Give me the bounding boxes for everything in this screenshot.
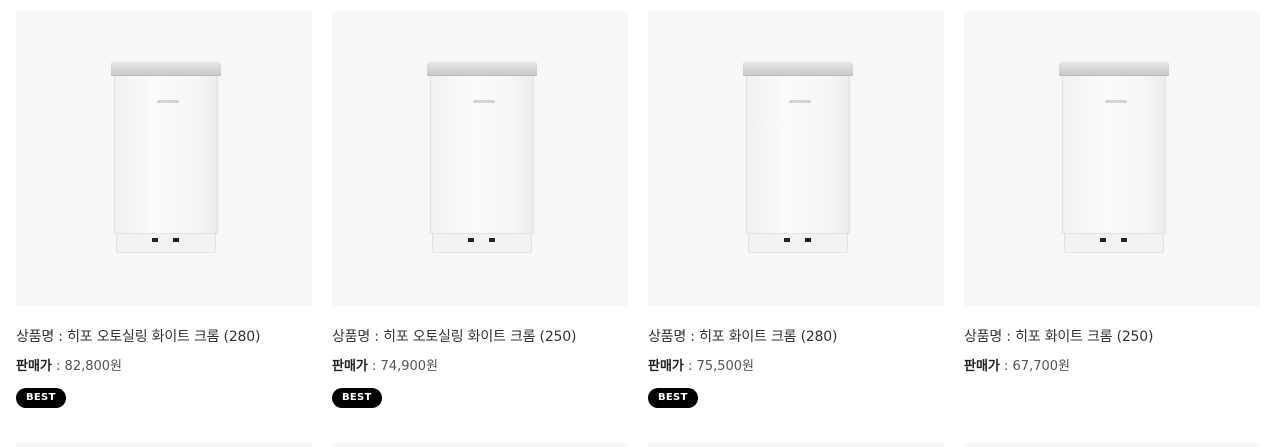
separator: : (1002, 329, 1016, 345)
price-label: 판매가 (332, 359, 368, 374)
price-value: 67,700원 (1012, 359, 1070, 374)
product-price: 판매가 : 67,700원 (964, 358, 1260, 375)
product-thumbnail[interactable] (964, 11, 1260, 306)
product-grid: 상품명 : 히포 오토실링 화이트 크롬 (280) 판매가 : 82,800원… (0, 0, 1278, 447)
separator: : (999, 359, 1013, 374)
product-name-label: 상품명 (332, 329, 371, 345)
price-label: 판매가 (16, 359, 52, 374)
price-label: 판매가 (648, 359, 684, 374)
separator: : (54, 329, 68, 345)
waste-bin-product-image (1059, 62, 1169, 254)
product-name[interactable]: 상품명 : 히포 화이트 크롬 (280) (648, 328, 944, 346)
product-thumbnail[interactable] (648, 11, 944, 306)
product-thumbnail[interactable] (332, 11, 628, 306)
product-price: 판매가 : 82,800원 (16, 358, 312, 375)
product-name-label: 상품명 (964, 329, 1003, 345)
price-value: 75,500원 (696, 359, 754, 374)
separator: : (51, 359, 65, 374)
product-name-value: 히포 화이트 크롬 (280) (699, 329, 838, 345)
product-price: 판매가 : 75,500원 (648, 358, 944, 375)
separator: : (683, 359, 697, 374)
product-name-value: 히포 오토실링 화이트 크롬 (280) (67, 329, 261, 345)
product-name[interactable]: 상품명 : 히포 오토실링 화이트 크롬 (280) (16, 328, 312, 346)
product-card[interactable]: 상품명 : 히포 오토실링 화이트 크롬 (250) 판매가 : 74,900원… (332, 11, 628, 408)
product-name-value: 히포 오토실링 화이트 크롬 (250) (383, 329, 577, 345)
next-row-thumbnail[interactable] (16, 443, 312, 447)
best-badge: BEST (332, 388, 382, 408)
product-price: 판매가 : 74,900원 (332, 358, 628, 375)
product-name[interactable]: 상품명 : 히포 화이트 크롬 (250) (964, 328, 1260, 346)
best-badge: BEST (648, 388, 698, 408)
product-name-label: 상품명 (16, 329, 55, 345)
product-card[interactable]: 상품명 : 히포 화이트 크롬 (250) 판매가 : 67,700원 (964, 11, 1260, 375)
price-value: 82,800원 (64, 359, 122, 374)
product-name-label: 상품명 (648, 329, 687, 345)
product-name-value: 히포 화이트 크롬 (250) (1015, 329, 1154, 345)
price-value: 74,900원 (380, 359, 438, 374)
separator: : (686, 329, 700, 345)
next-row-thumbnail[interactable] (648, 443, 944, 447)
waste-bin-product-image (111, 62, 221, 254)
next-row-thumbnail[interactable] (332, 443, 628, 447)
separator: : (367, 359, 381, 374)
waste-bin-product-image (427, 62, 537, 254)
separator: : (370, 329, 384, 345)
best-badge: BEST (16, 388, 66, 408)
product-name[interactable]: 상품명 : 히포 오토실링 화이트 크롬 (250) (332, 328, 628, 346)
next-row-thumbnail[interactable] (964, 443, 1260, 447)
price-label: 판매가 (964, 359, 1000, 374)
product-card[interactable]: 상품명 : 히포 오토실링 화이트 크롬 (280) 판매가 : 82,800원… (16, 11, 312, 408)
waste-bin-product-image (743, 62, 853, 254)
product-card[interactable]: 상품명 : 히포 화이트 크롬 (280) 판매가 : 75,500원 BEST (648, 11, 944, 408)
product-thumbnail[interactable] (16, 11, 312, 306)
